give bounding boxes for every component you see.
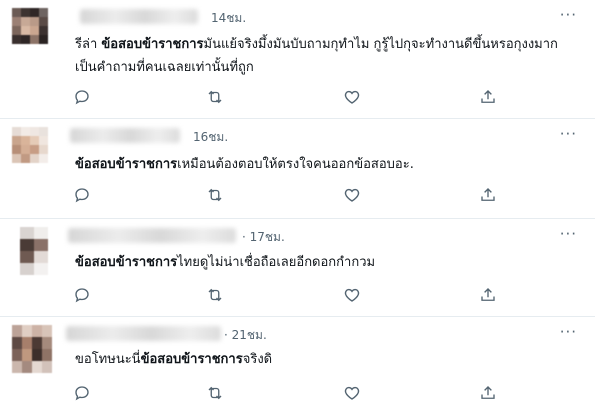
timestamp[interactable]: 16ชม. — [193, 128, 228, 147]
share-icon[interactable] — [479, 88, 497, 106]
tweet-text: รีล่า ข้อสอบข้าราชการมันแย้จริงมึ้งมันบั… — [75, 33, 575, 79]
more-horizontal-icon[interactable]: ··· — [560, 127, 577, 142]
share-icon[interactable] — [479, 186, 497, 204]
tweet[interactable]: · 21ชม. ··· ขอโทษนะนี่ข้อสอบข้าราชการจริ… — [0, 317, 595, 412]
timestamp[interactable]: · 21ชม. — [224, 326, 267, 345]
keyword-bold: ข้อสอบข้าราชการ — [75, 255, 178, 270]
avatar[interactable] — [12, 325, 52, 373]
tweet-text: ขอโทษนะนี่ข้อสอบข้าราชการจริงดิ — [75, 348, 575, 371]
display-name-blurred[interactable] — [80, 9, 198, 24]
tweet[interactable]: 16ชม. ··· ข้อสอบข้าราชการเหมือนต้องตอบให… — [0, 119, 595, 219]
avatar[interactable] — [12, 127, 48, 169]
avatar[interactable] — [20, 227, 48, 275]
reply-icon[interactable] — [73, 186, 91, 204]
heart-icon[interactable] — [343, 286, 361, 304]
tweet-actions — [0, 384, 595, 402]
retweet-icon[interactable] — [206, 286, 224, 304]
display-name-blurred[interactable] — [68, 228, 236, 243]
text-segment: เหมือนต้องตอบให้ตรงใจคนออกข้อสอบอะ. — [177, 157, 414, 172]
text-segment: ไทยดูไม่น่าเชื่อถือเลยอีกดอกกำกวม — [177, 255, 376, 270]
timestamp[interactable]: 14ชม. — [211, 9, 246, 28]
share-icon[interactable] — [479, 384, 497, 402]
keyword-bold: ข้อสอบข้าราชการ — [140, 352, 243, 367]
display-name-blurred[interactable] — [66, 326, 221, 341]
more-horizontal-icon[interactable]: ··· — [560, 227, 577, 242]
avatar[interactable] — [12, 8, 48, 50]
tweet-feed: 14ชม. ··· รีล่า ข้อสอบข้าราชการมันแย้จริ… — [0, 0, 595, 412]
tweet-actions — [0, 88, 595, 106]
share-icon[interactable] — [479, 286, 497, 304]
heart-icon[interactable] — [343, 384, 361, 402]
text-segment: รีล่า — [75, 37, 102, 52]
more-horizontal-icon[interactable]: ··· — [560, 325, 577, 340]
heart-icon[interactable] — [343, 88, 361, 106]
retweet-icon[interactable] — [206, 384, 224, 402]
retweet-icon[interactable] — [206, 88, 224, 106]
keyword-bold: ข้อสอบข้าราชการ — [75, 157, 178, 172]
tweet[interactable]: · 17ชม. ··· ข้อสอบข้าราชการไทยดูไม่น่าเช… — [0, 219, 595, 317]
tweet-text: ข้อสอบข้าราชการเหมือนต้องตอบให้ตรงใจคนออ… — [75, 153, 575, 176]
tweet[interactable]: 14ชม. ··· รีล่า ข้อสอบข้าราชการมันแย้จริ… — [0, 0, 595, 119]
tweet-actions — [0, 186, 595, 204]
text-segment: ขอโทษนะนี่ — [75, 352, 141, 367]
text-segment: จริงดิ — [242, 352, 273, 367]
heart-icon[interactable] — [343, 186, 361, 204]
reply-icon[interactable] — [73, 88, 91, 106]
timestamp[interactable]: · 17ชม. — [242, 228, 285, 247]
tweet-text: ข้อสอบข้าราชการไทยดูไม่น่าเชื่อถือเลยอีก… — [75, 251, 575, 274]
keyword-bold: ข้อสอบข้าราชการ — [101, 37, 204, 52]
retweet-icon[interactable] — [206, 186, 224, 204]
tweet-actions — [0, 286, 595, 304]
reply-icon[interactable] — [73, 384, 91, 402]
more-horizontal-icon[interactable]: ··· — [560, 8, 577, 23]
reply-icon[interactable] — [73, 286, 91, 304]
display-name-blurred[interactable] — [70, 128, 180, 143]
